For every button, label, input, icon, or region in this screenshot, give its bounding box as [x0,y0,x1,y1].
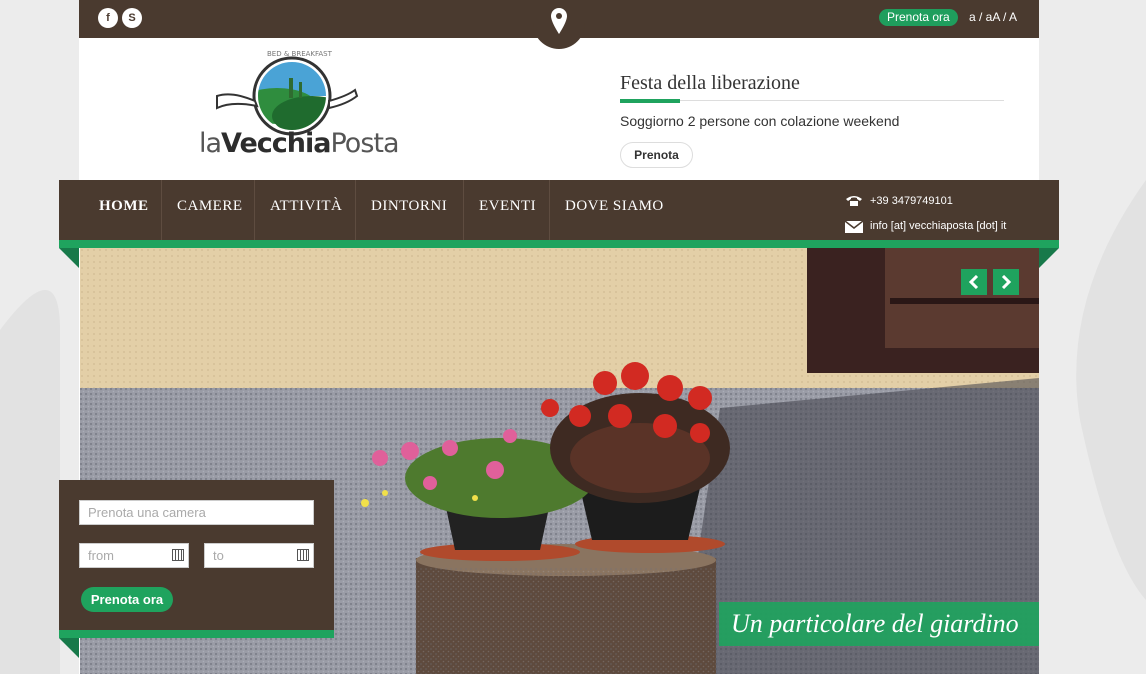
date-to-placeholder: to [213,548,224,563]
nav-item-eventi[interactable]: EVENTI [479,180,536,240]
chevron-right-icon [1001,275,1012,289]
room-search-input[interactable]: Prenota una camera [79,500,314,525]
font-size-switcher[interactable]: a / aA / A [969,10,1017,24]
nav-separator [355,180,356,240]
news-title: Festa della liberazione [620,72,800,94]
main-nav: HOME CAMERE ATTIVITÀ DINTORNI EVENTI DOV… [59,180,1059,240]
skype-icon[interactable]: S [122,8,142,28]
slider-next-button[interactable] [993,269,1019,295]
ribbon-fold-right [1039,248,1059,268]
nav-separator [549,180,550,240]
calendar-icon[interactable] [297,549,309,561]
nav-item-attivita[interactable]: ATTIVITÀ [270,180,342,240]
phone-number[interactable]: +39 3479749101 [870,195,953,207]
nav-item-home[interactable]: HOME [99,180,149,240]
news-divider-accent [620,99,680,103]
map-tab[interactable] [533,0,585,49]
slider-prev-button[interactable] [961,269,987,295]
booking-green-strip [59,630,334,638]
nav-green-strip [59,240,1059,248]
calendar-icon[interactable] [172,549,184,561]
facebook-icon[interactable]: f [98,8,118,28]
news-text: Soggiorno 2 persone con colazione weeken… [620,113,900,129]
nav-separator [463,180,464,240]
news-book-button[interactable]: Prenota [620,142,693,168]
map-pin-icon [551,8,567,34]
booking-ribbon-fold [59,638,79,658]
date-to-field[interactable]: to [204,543,314,568]
nav-separator [161,180,162,240]
book-now-top-button[interactable]: Prenota ora [879,9,958,26]
nav-item-camere[interactable]: CAMERE [177,180,243,240]
date-from-placeholder: from [88,548,114,563]
book-now-button[interactable]: Prenota ora [81,587,173,612]
nav-separator [254,180,255,240]
nav-item-dove-siamo[interactable]: DOVE SIAMO [565,180,664,240]
email-icon [845,221,863,233]
email-address[interactable]: info [at] vecchiaposta [dot] it [870,220,1006,232]
logo-text[interactable]: laVecchiaPosta [199,128,400,159]
chevron-left-icon [968,275,979,289]
slide-caption: Un particolare del giardino [719,602,1039,646]
logo-small-text: BED & BREAKFAST [267,50,333,58]
phone-icon [846,196,862,206]
date-from-field[interactable]: from [79,543,189,568]
ribbon-fold-left [59,248,79,268]
nav-item-dintorni[interactable]: DINTORNI [371,180,447,240]
